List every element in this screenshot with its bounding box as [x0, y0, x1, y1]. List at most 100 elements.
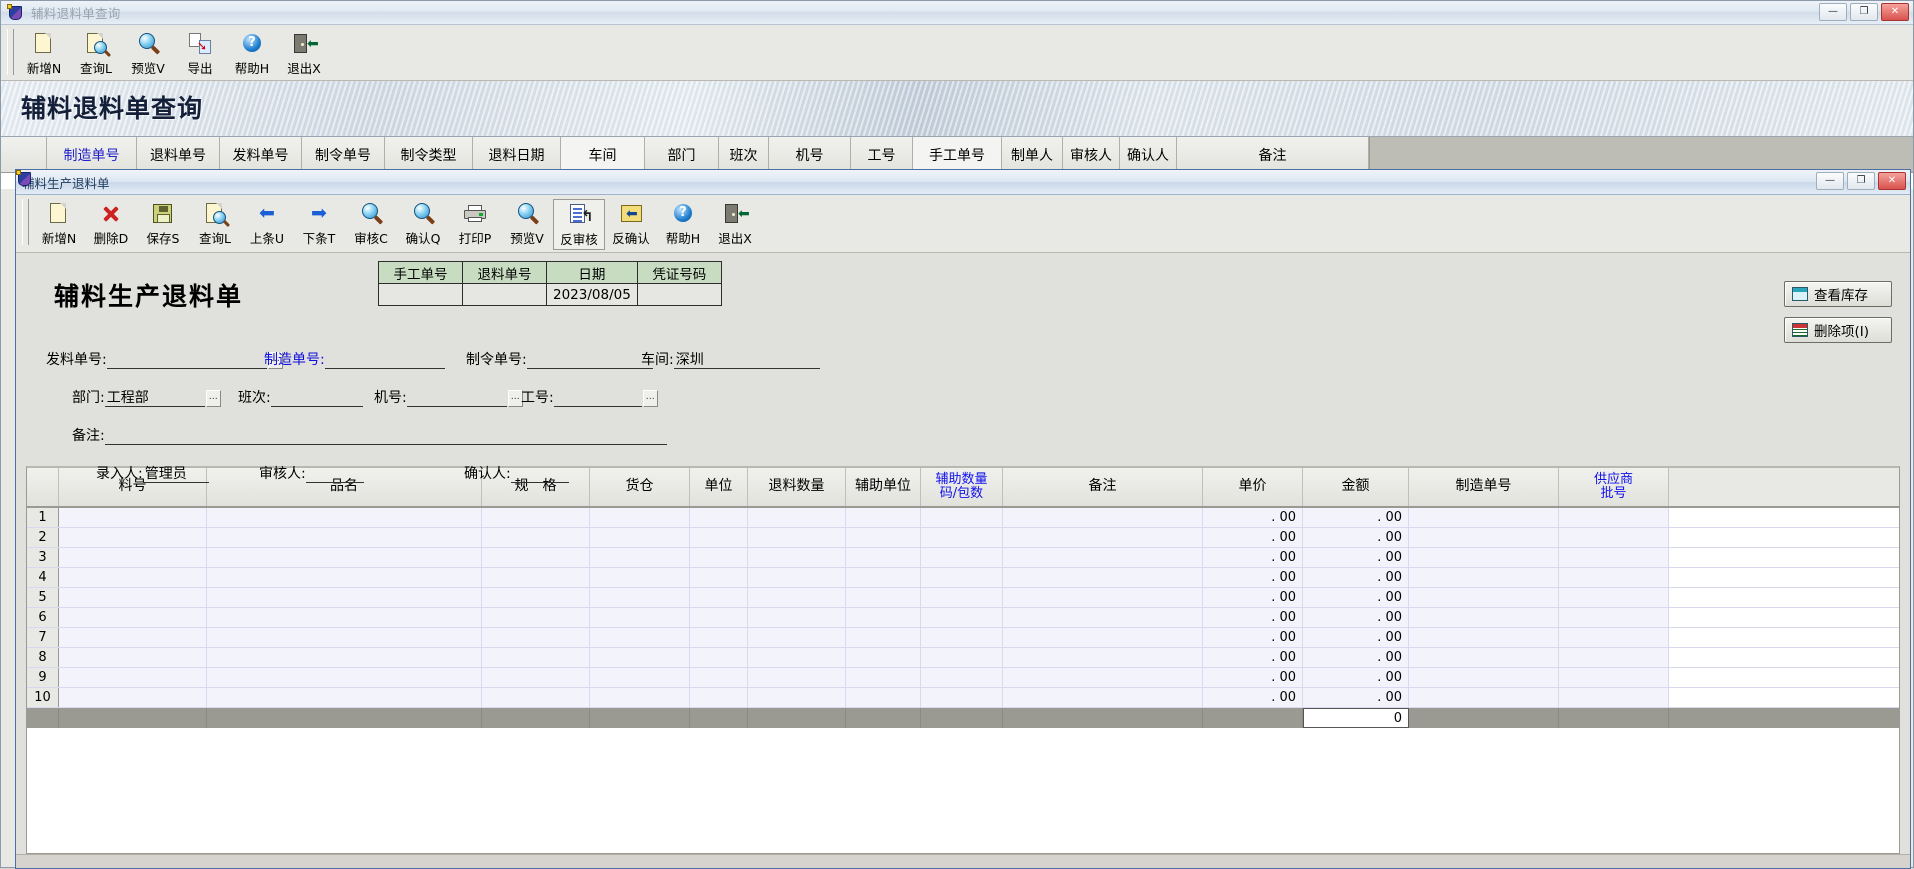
- outer-grid-column-header[interactable]: 确认人: [1120, 137, 1177, 172]
- outer-grid-column-header[interactable]: 发料单号: [220, 137, 302, 172]
- table-cell[interactable]: [690, 508, 748, 527]
- table-cell[interactable]: [748, 528, 846, 547]
- table-cell[interactable]: [59, 568, 207, 587]
- table-cell[interactable]: [59, 648, 207, 667]
- unit-price-cell[interactable]: . 00: [1203, 548, 1303, 567]
- table-cell[interactable]: [590, 548, 690, 567]
- table-cell[interactable]: [1003, 668, 1203, 687]
- table-cell[interactable]: [748, 588, 846, 607]
- unit-price-cell[interactable]: . 00: [1203, 668, 1303, 687]
- table-cell[interactable]: [1409, 508, 1559, 527]
- table-cell[interactable]: [846, 588, 921, 607]
- table-cell[interactable]: [921, 508, 1003, 527]
- unit-price-cell[interactable]: . 00: [1203, 648, 1303, 667]
- table-cell[interactable]: [207, 508, 482, 527]
- table-cell[interactable]: [482, 688, 590, 707]
- table-cell[interactable]: [748, 688, 846, 707]
- dept-input[interactable]: 工程部: [104, 390, 205, 407]
- inner-toolbar-button-unaudit[interactable]: ↰ 反审核: [553, 199, 605, 250]
- table-cell[interactable]: [1003, 628, 1203, 647]
- table-cell[interactable]: [921, 588, 1003, 607]
- view-stock-button[interactable]: 查看库存: [1784, 281, 1892, 307]
- detail-grid-column-header[interactable]: 单价: [1203, 468, 1303, 506]
- detail-grid-column-header[interactable]: 货仓: [590, 468, 690, 506]
- detail-grid-column-header[interactable]: 单位: [690, 468, 748, 506]
- outer-grid-column-header[interactable]: 备注: [1177, 137, 1369, 172]
- unit-price-cell[interactable]: . 00: [1203, 508, 1303, 527]
- table-cell[interactable]: [1003, 528, 1203, 547]
- detail-grid-column-header[interactable]: 辅助数量 码/包数: [921, 468, 1003, 506]
- maximize-button[interactable]: ❐: [1850, 3, 1878, 21]
- table-cell[interactable]: [482, 528, 590, 547]
- outer-grid-column-header[interactable]: 退料日期: [473, 137, 561, 172]
- outer-grid-column-header[interactable]: 制令类型: [385, 137, 473, 172]
- inner-toolbar-button-next[interactable]: ➡ 下条T: [293, 199, 345, 248]
- table-cell[interactable]: [921, 688, 1003, 707]
- table-row[interactable]: 10 . 00. 00: [27, 688, 1899, 708]
- table-cell[interactable]: [1559, 608, 1669, 627]
- confirmer-input[interactable]: [510, 466, 569, 483]
- table-cell[interactable]: [590, 588, 690, 607]
- table-cell[interactable]: [1559, 568, 1669, 587]
- table-row[interactable]: 8 . 00. 00: [27, 648, 1899, 668]
- table-cell[interactable]: [207, 628, 482, 647]
- table-cell[interactable]: [1409, 668, 1559, 687]
- minimize-button[interactable]: —: [1819, 3, 1847, 21]
- table-cell[interactable]: [59, 668, 207, 687]
- amount-cell[interactable]: . 00: [1303, 628, 1409, 647]
- amount-cell[interactable]: . 00: [1303, 668, 1409, 687]
- outer-grid-column-header[interactable]: 制令单号: [302, 137, 385, 172]
- row-number-cell[interactable]: 5: [27, 588, 59, 607]
- order-no-input[interactable]: [526, 352, 653, 369]
- table-cell[interactable]: [921, 568, 1003, 587]
- voucher-no-cell[interactable]: [636, 283, 722, 306]
- maximize-button[interactable]: ❐: [1847, 172, 1875, 190]
- shift-input[interactable]: [270, 390, 363, 407]
- table-cell[interactable]: [59, 688, 207, 707]
- table-cell[interactable]: [1003, 588, 1203, 607]
- table-cell[interactable]: [207, 608, 482, 627]
- table-cell[interactable]: [846, 648, 921, 667]
- close-button[interactable]: ✕: [1881, 3, 1909, 21]
- row-number-cell[interactable]: 2: [27, 528, 59, 547]
- outer-grid-column-header[interactable]: 班次: [719, 137, 769, 172]
- toolbar-button-new[interactable]: 新增N: [18, 29, 70, 78]
- toolbar-button-export[interactable]: ➘ 导出: [174, 29, 226, 78]
- table-cell[interactable]: [1003, 508, 1203, 527]
- detail-grid-column-header[interactable]: 退料数量: [748, 468, 846, 506]
- toolbar-grip[interactable]: [22, 199, 29, 245]
- inner-toolbar-button-unconfirm[interactable]: ⬅ 反确认: [605, 199, 657, 248]
- mfg-no-input[interactable]: [324, 352, 445, 369]
- row-number-cell[interactable]: 8: [27, 648, 59, 667]
- table-cell[interactable]: [59, 608, 207, 627]
- table-cell[interactable]: [482, 508, 590, 527]
- table-cell[interactable]: [846, 568, 921, 587]
- row-number-cell[interactable]: 9: [27, 668, 59, 687]
- table-cell[interactable]: [846, 688, 921, 707]
- table-cell[interactable]: [921, 628, 1003, 647]
- table-cell[interactable]: [690, 608, 748, 627]
- row-number-cell[interactable]: 10: [27, 688, 59, 707]
- detail-grid-column-header[interactable]: 金额: [1303, 468, 1409, 506]
- amount-cell[interactable]: . 00: [1303, 588, 1409, 607]
- inner-toolbar-button-audit[interactable]: 审核C: [345, 199, 397, 248]
- minimize-button[interactable]: —: [1816, 172, 1844, 190]
- amount-cell[interactable]: . 00: [1303, 648, 1409, 667]
- table-row[interactable]: 6 . 00. 00: [27, 608, 1899, 628]
- entry-person-input[interactable]: 管理员: [142, 466, 209, 483]
- table-row[interactable]: 2 . 00. 00: [27, 528, 1899, 548]
- table-cell[interactable]: [846, 528, 921, 547]
- outer-grid-column-header[interactable]: 退料单号: [137, 137, 220, 172]
- outer-grid-column-header[interactable]: 制造单号: [47, 137, 137, 172]
- table-cell[interactable]: [482, 648, 590, 667]
- table-cell[interactable]: [207, 668, 482, 687]
- amount-cell[interactable]: . 00: [1303, 568, 1409, 587]
- worker-picker-button[interactable]: …: [642, 390, 658, 407]
- row-number-cell[interactable]: 3: [27, 548, 59, 567]
- toolbar-button-exit[interactable]: ⬅ 退出X: [278, 29, 330, 78]
- table-cell[interactable]: [59, 528, 207, 547]
- table-cell[interactable]: [690, 568, 748, 587]
- table-cell[interactable]: [59, 588, 207, 607]
- table-row[interactable]: 3 . 00. 00: [27, 548, 1899, 568]
- table-cell[interactable]: [590, 648, 690, 667]
